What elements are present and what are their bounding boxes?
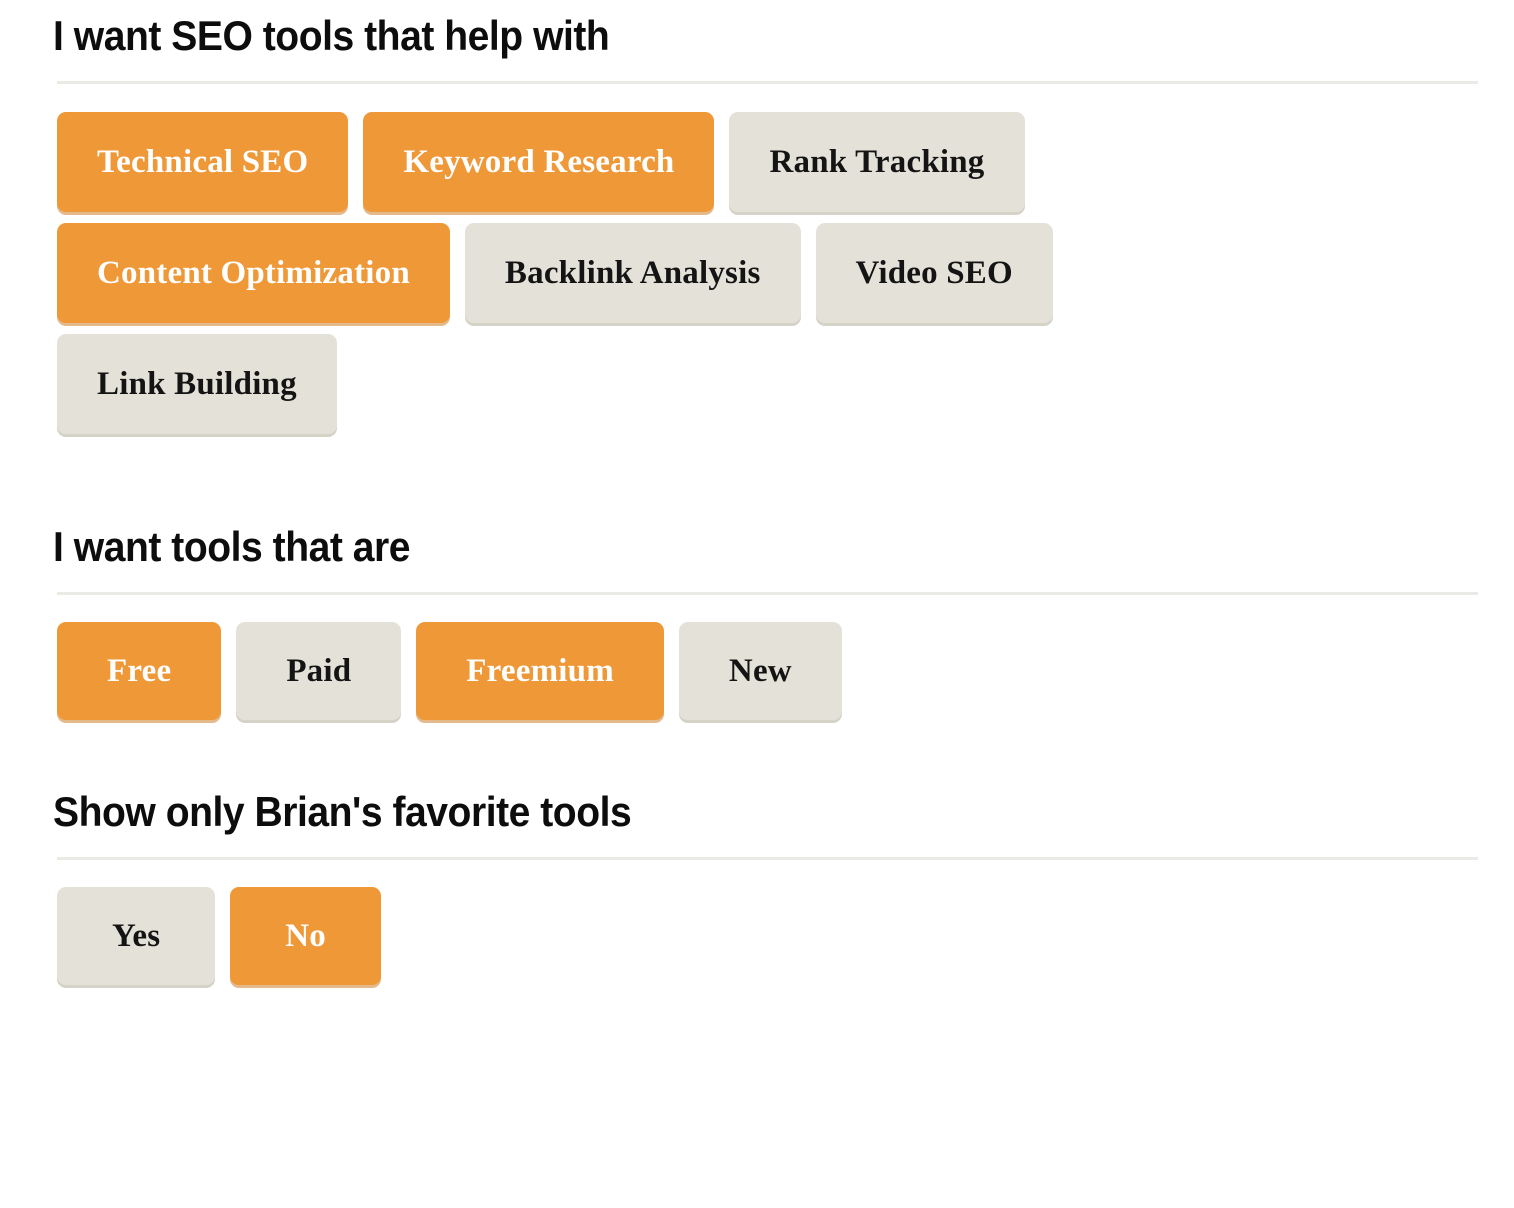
filter-chip-keyword-research[interactable]: Keyword Research — [363, 112, 715, 213]
seo-tools-filter-panel: I want SEO tools that help with Technica… — [0, 0, 1514, 1208]
filter-chip-group-help-with: Technical SEO Keyword Research Rank Trac… — [0, 112, 1514, 435]
filter-section-help-with: I want SEO tools that help with Technica… — [0, 0, 1514, 435]
section-divider — [57, 592, 1478, 596]
section-title-pricing: I want tools that are — [53, 523, 411, 571]
section-divider — [57, 857, 1478, 861]
filter-chip-content-optimization[interactable]: Content Optimization — [57, 223, 450, 324]
filter-chip-video-seo[interactable]: Video SEO — [815, 223, 1053, 324]
filter-chip-row: Content Optimization Backlink Analysis V… — [57, 223, 1514, 324]
filter-chip-link-building[interactable]: Link Building — [57, 334, 337, 435]
filter-section-pricing: I want tools that are Free Paid Freemium… — [0, 445, 1514, 721]
filter-chip-freemium[interactable]: Freemium — [416, 622, 664, 721]
filter-chip-yes[interactable]: Yes — [57, 887, 216, 986]
filter-chip-rank-tracking[interactable]: Rank Tracking — [729, 112, 1025, 213]
filter-chip-no[interactable]: No — [230, 887, 381, 986]
page-title: I want SEO tools that help with — [53, 12, 610, 59]
filter-chip-row: Technical SEO Keyword Research Rank Trac… — [57, 112, 1514, 213]
filter-chip-row: Free Paid Freemium New — [57, 622, 1514, 721]
section-title-favorites: Show only Brian's favorite tools — [53, 788, 632, 836]
filter-chip-group-favorites: Yes No — [0, 887, 1514, 986]
filter-chip-row: Link Building — [57, 334, 1514, 435]
filter-chip-new[interactable]: New — [678, 622, 842, 721]
filter-chip-backlink-analysis[interactable]: Backlink Analysis — [464, 223, 801, 324]
filter-chip-paid[interactable]: Paid — [236, 622, 402, 721]
filter-section-favorites: Show only Brian's favorite tools Yes No — [0, 731, 1514, 986]
filter-chip-technical-seo[interactable]: Technical SEO — [57, 112, 349, 213]
filter-chip-row: Yes No — [57, 887, 1514, 986]
filter-chip-free[interactable]: Free — [57, 622, 222, 721]
section-divider — [57, 81, 1478, 85]
filter-chip-group-pricing: Free Paid Freemium New — [0, 622, 1514, 721]
